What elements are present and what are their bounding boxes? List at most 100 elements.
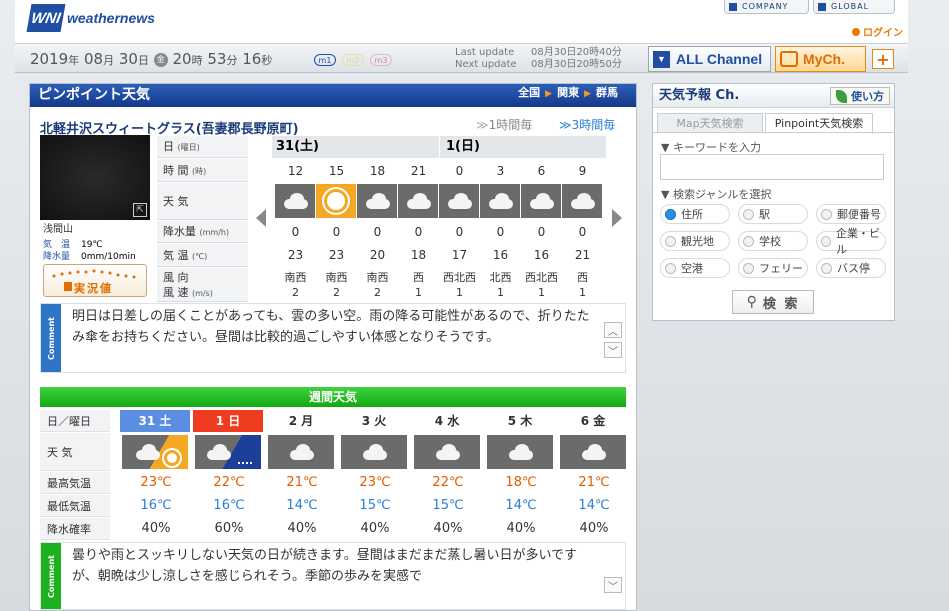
genre-option[interactable]: フェリー (738, 258, 808, 278)
weekly-day: 2 月 (266, 410, 336, 432)
precip-cell: 0 (373, 225, 382, 239)
live-camera-image[interactable]: ⇱ (40, 135, 150, 220)
cloud-icon (360, 444, 388, 460)
toggle-3h[interactable]: ≫3時間毎 (559, 116, 615, 133)
cloud-icon (204, 444, 232, 460)
company-button[interactable]: COMPANY (724, 0, 809, 14)
genre-heading: ▼ 検索ジャンルを選択 (661, 188, 772, 201)
genre-option[interactable]: 空港 (660, 258, 730, 278)
double-chevron-icon: ≫ (476, 118, 489, 132)
precip-cell: 0 (414, 225, 423, 239)
year-unit: 年 (68, 54, 80, 67)
genre-option[interactable]: 郵便番号 (816, 204, 886, 224)
scroll-up-icon[interactable]: ︿ (604, 322, 622, 338)
m1-button[interactable]: m1 (314, 54, 336, 66)
row-label-day-unit: (曜日) (177, 143, 200, 152)
cloud-icon (363, 193, 391, 209)
max-temp-cell: 21℃ (578, 475, 610, 490)
weekly-weather-cell (195, 435, 261, 469)
wind-cell: 西北西 1 (521, 268, 562, 302)
dots-icon (52, 269, 136, 279)
current-datetime: 2019年 08月 30日 金 20時 53分 16秒 (30, 50, 272, 68)
wind-speed: 1 (579, 286, 586, 299)
observation-button[interactable]: 実況値 (43, 264, 147, 297)
max-temp-cell: 21℃ (286, 475, 318, 490)
wind-speed: 1 (497, 286, 504, 299)
weekly-weather-cell (414, 435, 480, 469)
wind-cell: 南西 2 (275, 268, 316, 302)
next-arrow-icon[interactable] (612, 209, 622, 227)
genre-label: 企業・ビル (836, 227, 881, 256)
play-icon (64, 282, 72, 291)
all-channel-button[interactable]: ▼ ALL Channel (648, 46, 771, 72)
search-button[interactable]: ⚲ 検 索 (732, 290, 814, 314)
m3-button[interactable]: m3 (370, 54, 392, 66)
genre-label: 学校 (759, 235, 781, 248)
weekly-weather-cell (560, 435, 626, 469)
genre-option[interactable]: 駅 (738, 204, 808, 224)
radio-icon (821, 235, 832, 247)
scroll-down-icon[interactable]: ﹀ (604, 342, 622, 358)
min-temp-cell: 15℃ (432, 498, 464, 513)
wind-direction: 西北西 (525, 271, 558, 284)
last-update: 08月30日20時40分 (531, 47, 622, 58)
mych-button[interactable]: MyCh. (775, 46, 866, 72)
cloud-icon (445, 193, 473, 209)
row-label-day-text: 日 (163, 140, 174, 153)
logo-mark: WNI (26, 4, 66, 32)
logo[interactable]: WNI weathernews (26, 4, 155, 32)
genre-option[interactable]: 学校 (738, 231, 808, 251)
wind-direction: 南西 (284, 271, 307, 284)
toggle-1h[interactable]: ≫1時間毎 (476, 116, 532, 133)
crumb-zenkoku[interactable]: 全国 (518, 86, 540, 99)
precip-cell: 0 (291, 225, 300, 239)
scroll-down-icon[interactable]: ﹀ (604, 577, 622, 593)
genre-option[interactable]: 観光地 (660, 231, 730, 251)
radio-icon (665, 262, 676, 274)
row-label-temp-unit: (℃) (192, 252, 208, 261)
temp-cell: 18 (410, 248, 427, 262)
row-label-wind: 風 向風 速 (m/s) (157, 268, 248, 302)
radio-icon (743, 235, 754, 247)
add-channel-button[interactable]: + (872, 49, 894, 69)
hour-cell: 15 (328, 164, 345, 178)
wind-speed: 1 (538, 286, 545, 299)
wind-cell: 北西 1 (480, 268, 521, 302)
chevron-right-icon: ▶ (545, 89, 553, 99)
weekly-label-day: 日／曜日 (40, 410, 110, 432)
precip-cell: 0 (537, 225, 546, 239)
global-button[interactable]: GLOBAL (813, 0, 895, 14)
login-link[interactable]: ログイン (852, 24, 903, 39)
row-label-wind-speed: 風 速 (163, 286, 189, 299)
m2-button[interactable]: m2 (342, 54, 364, 66)
second-unit: 秒 (261, 54, 273, 67)
daily-comment: Comment 明日は日差しの届くことがあっても、雲の多い空。雨の降る可能性があ… (40, 303, 626, 373)
tab-map-search[interactable]: Map天気検索 (657, 113, 763, 133)
prev-arrow-icon[interactable] (256, 209, 266, 227)
howto-button[interactable]: 使い方 (830, 87, 890, 105)
radio-icon (821, 208, 832, 220)
row-label-day: 日 (曜日) (157, 136, 248, 158)
panel-title: ピンポイント天気 全国 ▶ 関東 ▶ 群馬 (30, 84, 636, 107)
second: 16 (242, 50, 262, 68)
expand-icon[interactable]: ⇱ (133, 203, 147, 217)
row-label-weather: 天 気 (157, 183, 248, 220)
crumb-kanto[interactable]: 関東 (557, 86, 579, 99)
pop-cell: 40% (579, 521, 609, 536)
tab-pinpoint-search[interactable]: Pinpoint天気検索 (765, 113, 873, 134)
beginner-leaf-icon (836, 89, 847, 103)
dropdown-icon: ▼ (653, 50, 670, 68)
genre-option[interactable]: 企業・ビル (816, 227, 886, 256)
global-icon (818, 2, 826, 11)
genre-label: バス停 (837, 262, 870, 275)
genre-option[interactable]: 住所 (660, 204, 730, 224)
keyword-input[interactable] (660, 154, 884, 180)
row-label-wind-dir: 風 向 (163, 271, 189, 284)
pop-cell: 40% (287, 521, 317, 536)
genre-option[interactable]: バス停 (816, 258, 886, 278)
all-channel-label: ALL Channel (676, 51, 763, 67)
next-update-label: Next update (455, 59, 517, 70)
day-header-2: 1(日) (440, 136, 606, 158)
crumb-gunma[interactable]: 群馬 (596, 86, 618, 99)
day: 30 (118, 50, 138, 68)
